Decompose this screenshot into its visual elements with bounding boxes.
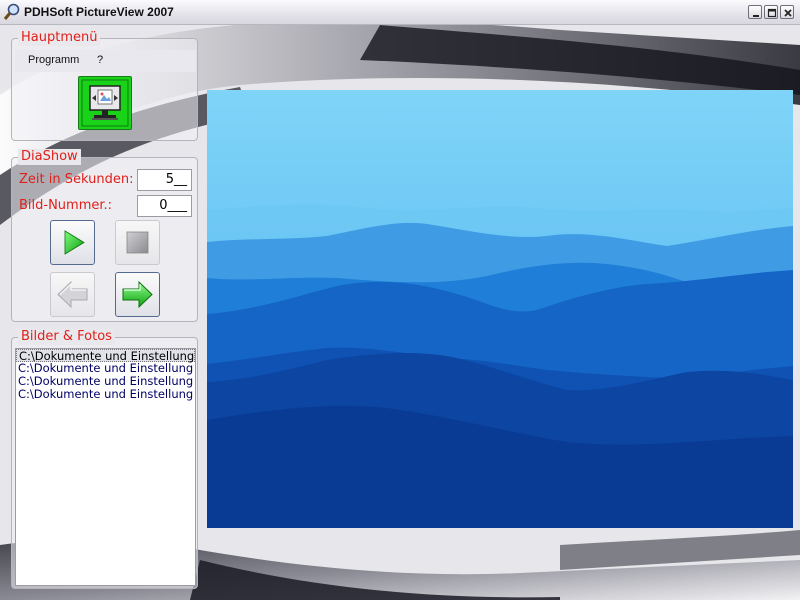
next-button[interactable]: [115, 272, 160, 317]
close-button[interactable]: [780, 5, 794, 19]
minimize-button[interactable]: [748, 5, 762, 19]
picture-display: [207, 90, 793, 528]
menu-help[interactable]: ?: [97, 54, 103, 66]
image-number-field[interactable]: 0___: [137, 195, 192, 217]
arrow-left-icon: [57, 280, 88, 309]
close-icon: [784, 9, 792, 17]
file-list[interactable]: C:\Dokumente und Einstellung C:\Dokument…: [15, 348, 196, 586]
previous-button[interactable]: [50, 272, 95, 317]
window-title: PDHSoft PictureView 2007: [24, 5, 174, 19]
open-picture-button[interactable]: [78, 76, 132, 130]
monitor-picture-icon: [81, 79, 129, 127]
title-bar: PDHSoft PictureView 2007: [0, 0, 800, 25]
menu-bar: Programm ?: [15, 50, 196, 72]
slideshow-group: DiaShow Zeit in Sekunden: 5__ Bild-Numme…: [11, 149, 198, 322]
maximize-icon: [767, 8, 777, 18]
maximize-button[interactable]: [764, 5, 778, 19]
slideshow-legend: DiaShow: [18, 149, 81, 165]
app-window: PDHSoft PictureView 2007 Hauptmenü Progr…: [0, 0, 800, 600]
stop-button[interactable]: [115, 220, 160, 265]
pictures-group: Bilder & Fotos C:\Dokumente und Einstell…: [11, 329, 198, 589]
menu-programm[interactable]: Programm: [28, 54, 79, 66]
image-number-label: Bild-Nummer.:: [19, 198, 113, 213]
main-menu-legend: Hauptmenü: [18, 30, 101, 46]
play-button[interactable]: [50, 220, 95, 265]
arrow-right-icon: [122, 280, 153, 309]
pictures-legend: Bilder & Fotos: [18, 329, 115, 345]
magnifier-icon: [3, 3, 20, 20]
list-item[interactable]: C:\Dokumente und Einstellung: [16, 388, 195, 401]
seconds-label: Zeit in Sekunden:: [19, 172, 134, 187]
minimize-icon: [753, 15, 759, 17]
stop-icon: [126, 231, 149, 254]
seconds-field[interactable]: 5__: [137, 169, 192, 191]
play-icon: [64, 230, 85, 255]
main-menu-group: Hauptmenü Programm ?: [11, 30, 198, 141]
